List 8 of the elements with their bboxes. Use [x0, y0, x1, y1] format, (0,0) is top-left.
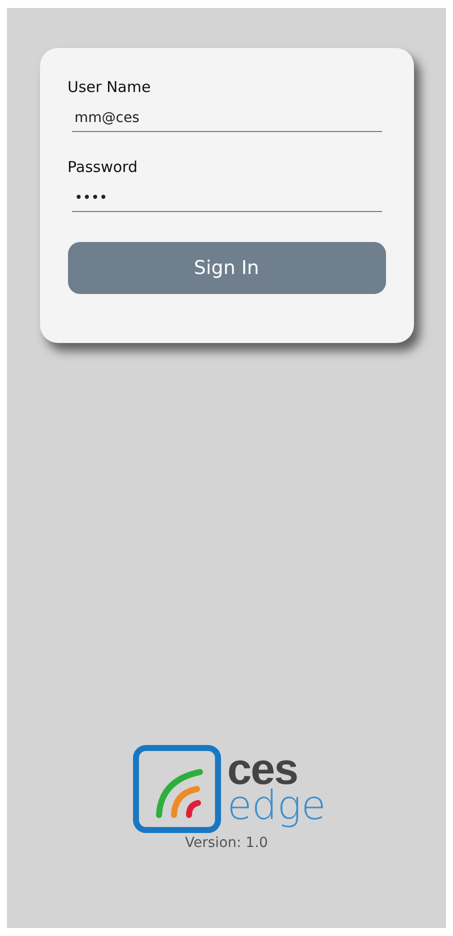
input-field[interactable]: mm@ces: [72, 106, 382, 132]
input-field[interactable]: ••••: [72, 186, 382, 212]
field-label: Password: [68, 158, 139, 176]
field-label: User Name: [68, 78, 152, 96]
sign-in-button[interactable]: Sign In: [68, 242, 386, 294]
version-text: Version: 1.0: [185, 835, 268, 851]
signal-logo-icon: [133, 745, 222, 833]
logo-wordmark: edge: [227, 786, 326, 826]
